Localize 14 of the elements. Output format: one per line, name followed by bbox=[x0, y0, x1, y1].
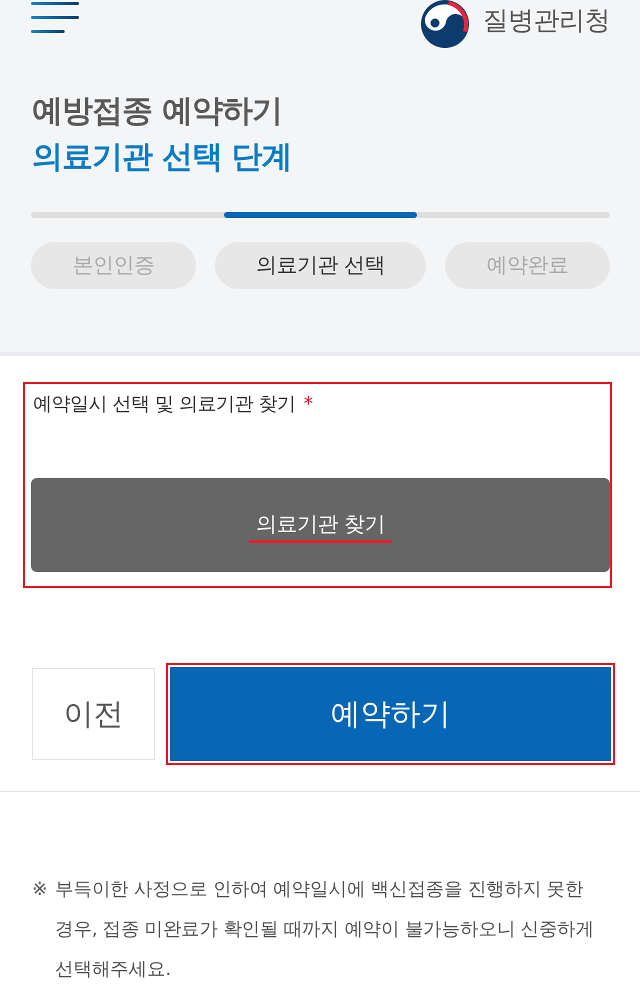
menu-icon[interactable] bbox=[31, 0, 79, 34]
notice-text: 부득이한 사정으로 인하여 예약일시에 백신접종을 진행하지 못한 경우, 접종 미완료가 확인될 때까지 예약이 불가능하오니 신중하게 선택해주세요. bbox=[55, 878, 596, 982]
page-title: 예방접종 예약하기 bbox=[32, 92, 283, 131]
step-pill: 의료기관 선택 bbox=[214, 242, 426, 289]
note-symbol: ※ bbox=[32, 878, 48, 902]
previous-button[interactable]: 이전 bbox=[32, 668, 155, 760]
field-label: 예약일시 선택 및 의료기관 찾기 bbox=[33, 392, 296, 417]
agency-name: 질병관리청 bbox=[482, 8, 610, 34]
find-clinic-button[interactable]: 의료기관 찾기 bbox=[31, 478, 610, 572]
step-pill: 예약완료 bbox=[445, 242, 610, 289]
step-pill: 본인인증 bbox=[31, 242, 196, 289]
required-mark: * bbox=[304, 392, 314, 417]
reserve-button[interactable]: 예약하기 bbox=[170, 667, 611, 761]
step-title: 의료기관 선택 단계 bbox=[32, 138, 293, 177]
